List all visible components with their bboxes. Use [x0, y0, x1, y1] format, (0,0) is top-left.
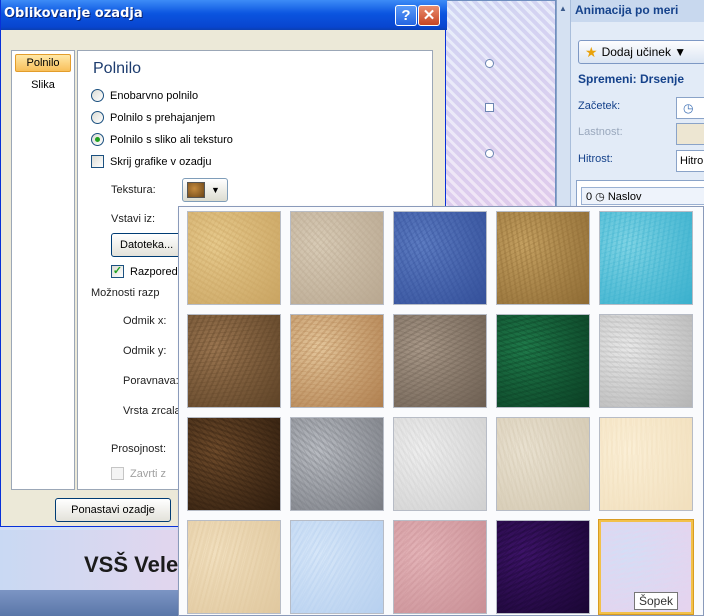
modify-header: Spremeni: Drsenje [578, 72, 685, 86]
mirror-type-label: Vrsta zrcala: [123, 405, 184, 417]
texture-white-marble[interactable] [599, 314, 693, 408]
property-field [676, 123, 704, 145]
checkbox-icon [91, 155, 104, 168]
texture-water-droplets[interactable] [599, 211, 693, 305]
option-label: Zavrti z [130, 467, 167, 480]
texture-denim[interactable] [393, 211, 487, 305]
option-label: Polnilo s sliko ali teksturo [110, 133, 233, 146]
hide-background-graphics-checkbox[interactable]: Skrij grafike v ozadju [91, 155, 212, 168]
category-picture[interactable]: Slika [15, 79, 71, 91]
radio-selected-icon [91, 133, 104, 146]
insert-from-label: Vstavi iz: [111, 213, 156, 225]
checkbox-disabled-icon [111, 467, 124, 480]
texture-granite[interactable] [290, 417, 384, 511]
reset-background-button[interactable]: Ponastavi ozadje [55, 498, 171, 522]
texture-label: Tekstura: [111, 184, 156, 196]
option-gradient-fill[interactable]: Polnilo s prehajanjem [91, 111, 215, 124]
resize-handle-top[interactable] [485, 59, 494, 68]
add-effect-label: Dodaj učinek ▼ [601, 45, 687, 59]
slide-title: VSŠ Vele [84, 552, 179, 577]
animation-list-item[interactable]: 0 ◷ Naslov [581, 187, 704, 205]
checkbox-checked-icon: ✓ [111, 265, 124, 278]
category-list: Polnilo Slika [11, 50, 75, 490]
start-dropdown[interactable]: ◷ [676, 97, 704, 119]
help-button[interactable]: ? [395, 5, 417, 26]
clock-icon: ◷ [683, 101, 694, 115]
option-label: Enobarvno polnilo [110, 89, 199, 102]
texture-paper-bag[interactable] [187, 314, 281, 408]
offset-y-label: Odmik y: [123, 345, 167, 357]
pane-title: Animacija po meri [575, 3, 679, 17]
dialog-titlebar[interactable]: Oblikovanje ozadja ? ✕ [1, 0, 447, 30]
speed-dropdown[interactable]: Hitro [676, 150, 704, 172]
dropdown-arrow-icon: ▼ [211, 185, 220, 195]
option-label: Razporedi [130, 265, 181, 278]
texture-tooltip: Šopek [634, 592, 679, 610]
texture-brown-marble[interactable] [187, 417, 281, 511]
option-label: Polnilo s prehajanjem [110, 111, 216, 124]
texture-sand[interactable] [393, 314, 487, 408]
radio-icon [91, 89, 104, 102]
dialog-title: Oblikovanje ozadja [4, 6, 143, 21]
option-label: Skrij grafike v ozadju [110, 155, 212, 168]
texture-dropdown[interactable]: ▼ [182, 178, 228, 202]
add-effect-button[interactable]: ★ Dodaj učinek ▼ [578, 40, 704, 64]
tiling-options-label: Možnosti razp [91, 287, 160, 299]
star-icon: ★ [585, 43, 598, 60]
scroll-up-icon[interactable]: ▲ [559, 4, 567, 13]
texture-blue-tissue-paper[interactable] [290, 520, 384, 614]
category-fill[interactable]: Polnilo [15, 54, 71, 72]
texture-parchment[interactable] [599, 417, 693, 511]
close-button[interactable]: ✕ [418, 5, 440, 26]
start-label: Začetek: [578, 100, 621, 112]
alignment-label: Poravnava: [123, 375, 179, 387]
speed-label: Hitrost: [578, 153, 613, 165]
property-label: Lastnost: [578, 126, 623, 138]
texture-newsprint[interactable] [393, 417, 487, 511]
texture-woven-mat[interactable] [496, 211, 590, 305]
slide-footer-band [0, 590, 180, 616]
texture-stationery[interactable] [187, 520, 281, 614]
radio-icon [91, 111, 104, 124]
texture-canvas[interactable] [290, 211, 384, 305]
tile-checkbox[interactable]: ✓ Razporedi [111, 265, 180, 278]
texture-swatch-icon [187, 182, 205, 198]
option-picture-texture-fill[interactable]: Polnilo s sliko ali teksturo [91, 133, 233, 146]
offset-x-label: Odmik x: [123, 315, 167, 327]
rotate-with-shape-checkbox: Zavrti z [111, 467, 166, 480]
section-title: Polnilo [93, 60, 142, 77]
texture-gallery [178, 206, 704, 616]
texture-green-marble[interactable] [496, 314, 590, 408]
texture-fish-fossil[interactable] [290, 314, 384, 408]
resize-handle-bottom[interactable] [485, 149, 494, 158]
option-solid-fill[interactable]: Enobarvno polnilo [91, 89, 198, 102]
texture-recycled-paper[interactable] [496, 417, 590, 511]
texture-purple-mesh[interactable] [496, 520, 590, 614]
resize-handle-middle[interactable] [485, 103, 494, 112]
texture-pink-tissue-paper[interactable] [393, 520, 487, 614]
texture-papyrus[interactable] [187, 211, 281, 305]
transparency-label: Prosojnost: [111, 443, 167, 455]
